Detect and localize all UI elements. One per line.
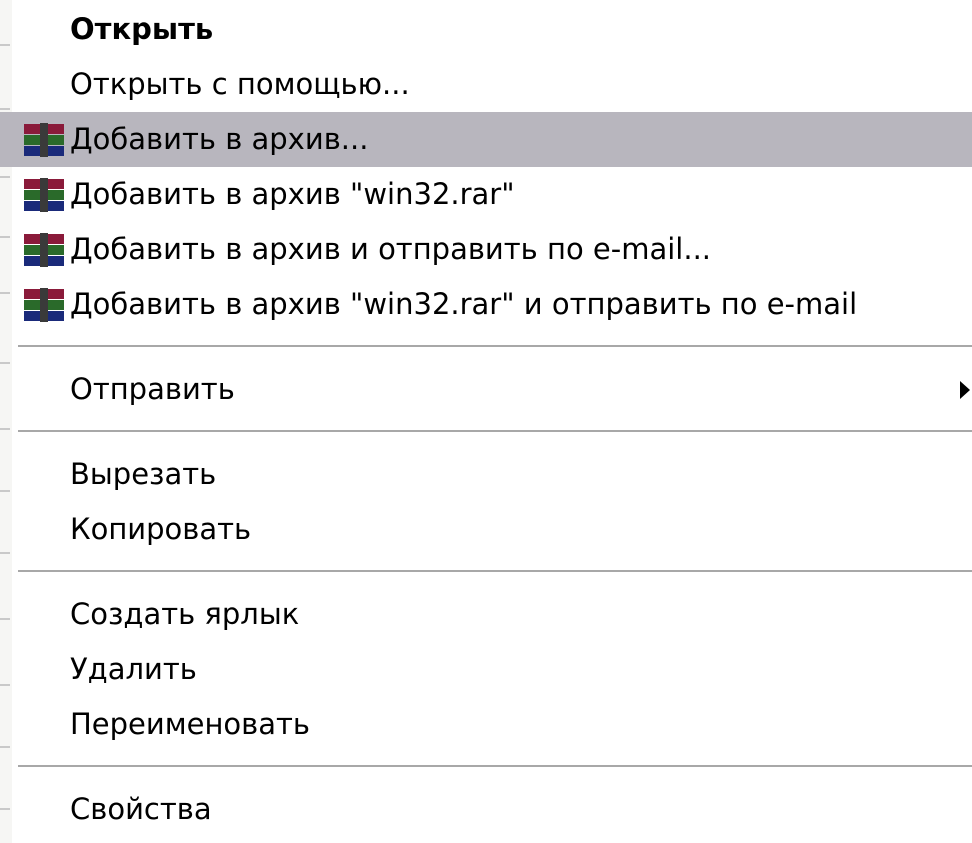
menu-item-label: Создать ярлык [70, 597, 300, 631]
menu-item-label: Открыть [70, 12, 214, 46]
winrar-archive-icon [24, 288, 64, 322]
menu-item-label: Вырезать [70, 457, 217, 491]
menu-separator [0, 752, 972, 782]
menu-item-copy[interactable]: Копировать [0, 502, 972, 557]
winrar-archive-icon [24, 178, 64, 212]
menu-item-label: Открыть с помощью... [70, 67, 410, 101]
menu-item-add-to-archive[interactable]: Добавить в архив... [0, 112, 972, 167]
menu-item-open-with[interactable]: Открыть с помощью... [0, 57, 972, 112]
menu-item-label: Добавить в архив "win32.rar" и отправить… [70, 287, 858, 321]
winrar-archive-icon [24, 123, 64, 157]
menu-item-add-to-win32-rar[interactable]: Добавить в архив "win32.rar" [0, 167, 972, 222]
menu-item-label: Копировать [70, 512, 252, 546]
menu-separator [0, 417, 972, 447]
menu-item-label: Добавить в архив "win32.rar" [70, 177, 515, 211]
menu-item-rename[interactable]: Переименовать [0, 697, 972, 752]
menu-item-add-and-email[interactable]: Добавить в архив и отправить по e-mail..… [0, 222, 972, 277]
menu-separator [0, 557, 972, 587]
menu-separator [0, 332, 972, 362]
context-menu: Открыть Открыть с помощью... Добавить в … [0, 0, 972, 843]
menu-item-delete[interactable]: Удалить [0, 642, 972, 697]
menu-item-label: Отправить [70, 372, 235, 406]
menu-item-open[interactable]: Открыть [0, 2, 972, 57]
menu-item-label: Свойства [70, 792, 212, 826]
menu-item-label: Добавить в архив и отправить по e-mail..… [70, 232, 712, 266]
menu-item-cut[interactable]: Вырезать [0, 447, 972, 502]
menu-item-label: Удалить [70, 652, 197, 686]
menu-item-create-shortcut[interactable]: Создать ярлык [0, 587, 972, 642]
chevron-right-icon [960, 381, 970, 399]
winrar-archive-icon [24, 233, 64, 267]
menu-item-add-win32-and-email[interactable]: Добавить в архив "win32.rar" и отправить… [0, 277, 972, 332]
menu-item-label: Переименовать [70, 707, 311, 741]
menu-item-label: Добавить в архив... [70, 122, 369, 156]
menu-item-send-to[interactable]: Отправить [0, 362, 972, 417]
menu-item-properties[interactable]: Свойства [0, 782, 972, 837]
